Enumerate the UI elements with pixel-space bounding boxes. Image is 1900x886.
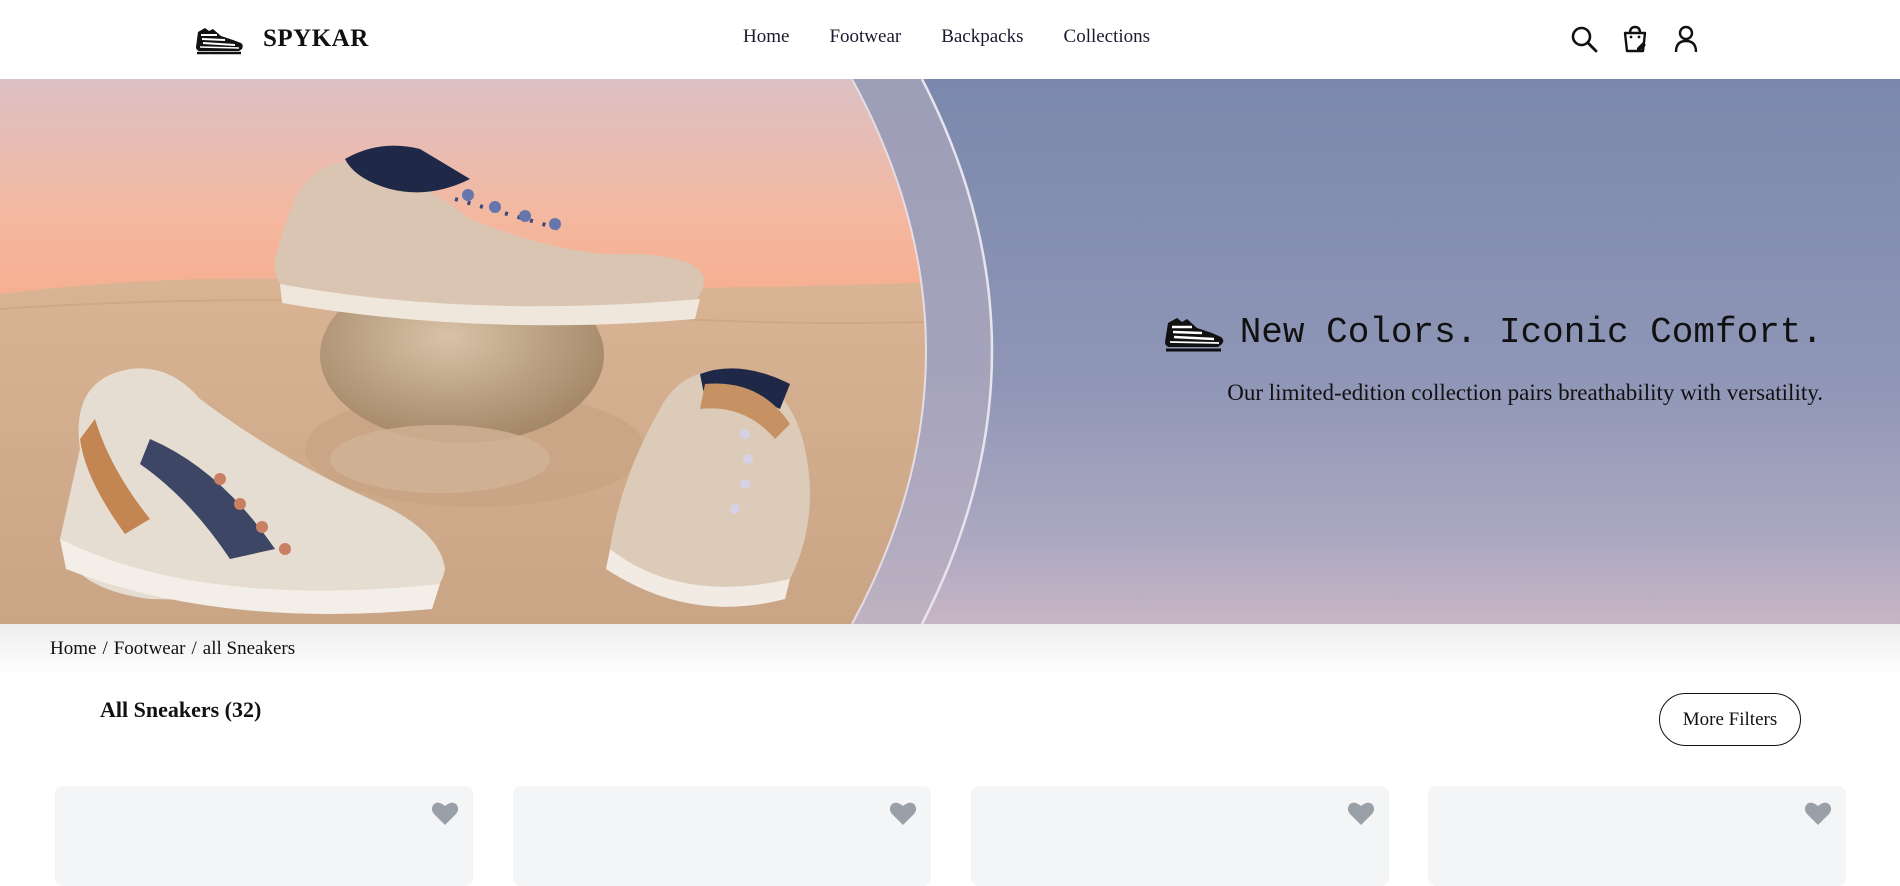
brand-name: SPYKAR (263, 25, 369, 52)
hero-headline: New Colors. Iconic Comfort. (1164, 311, 1823, 353)
sneaker-icon (1164, 318, 1223, 352)
breadcrumb-separator: / (102, 638, 108, 659)
product-card[interactable] (513, 786, 931, 886)
heart-icon[interactable] (1804, 800, 1832, 826)
more-filters-button[interactable]: More Filters (1659, 693, 1801, 746)
product-grid (0, 786, 1900, 886)
breadcrumb-footwear[interactable]: Footwear (114, 638, 186, 659)
nav-item-backpacks[interactable]: Backpacks (941, 26, 1023, 48)
nav-item-home[interactable]: Home (743, 26, 789, 48)
breadcrumb-separator: / (191, 638, 197, 659)
brand-logo[interactable]: SPYKAR (195, 20, 369, 58)
breadcrumb-bar: Home / Footwear / all Sneakers (0, 624, 1900, 679)
product-card[interactable] (1428, 786, 1846, 886)
heart-icon[interactable] (889, 800, 917, 826)
breadcrumb: Home / Footwear / all Sneakers (50, 638, 295, 660)
nav-item-footwear[interactable]: Footwear (829, 26, 901, 48)
cart-icon[interactable] (1620, 24, 1650, 54)
breadcrumb-current: all Sneakers (202, 638, 296, 659)
hero-title: New Colors. Iconic Comfort. (1239, 311, 1823, 353)
sneaker-logo-icon (196, 28, 243, 55)
main-nav: Home Footwear Backpacks Collections (743, 26, 1190, 48)
hero-banner: New Colors. Iconic Comfort. Our limited-… (0, 79, 1900, 624)
user-icon[interactable] (1671, 24, 1701, 54)
product-card[interactable] (971, 786, 1389, 886)
nav-item-collections[interactable]: Collections (1064, 26, 1151, 48)
product-card[interactable] (55, 786, 473, 886)
heart-icon[interactable] (1347, 800, 1375, 826)
breadcrumb-home[interactable]: Home (50, 638, 96, 659)
heart-icon[interactable] (431, 800, 459, 826)
search-icon[interactable] (1569, 24, 1599, 54)
site-header: SPYKAR Home Footwear Backpacks Collectio… (0, 0, 1900, 79)
header-actions (1569, 24, 1722, 54)
hero-subtitle: Our limited-edition collection pairs bre… (1227, 380, 1823, 405)
listing-title: All Sneakers (32) (100, 697, 262, 722)
